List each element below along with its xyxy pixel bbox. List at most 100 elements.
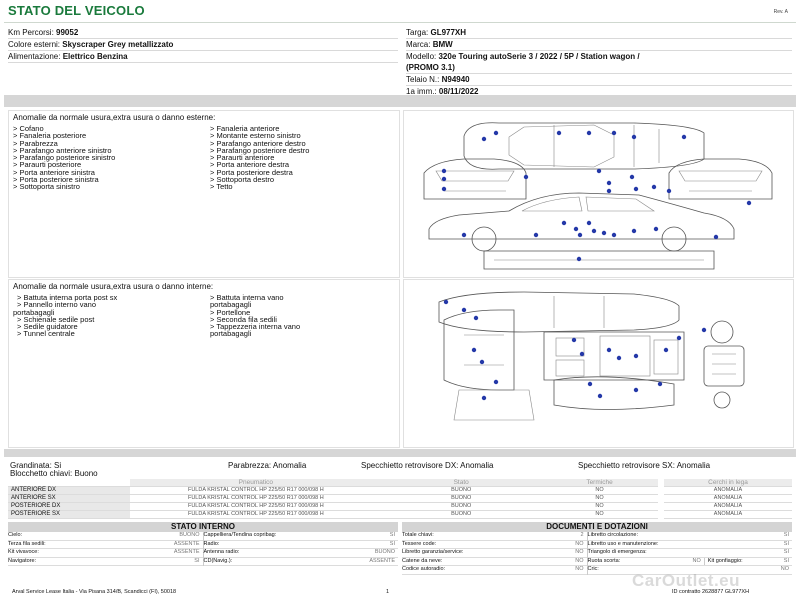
kv-value: SI [783, 557, 789, 564]
interior-state-title: STATO INTERNO [8, 522, 398, 532]
damage-marker [587, 381, 593, 387]
interior-top-view [438, 291, 680, 333]
kv-row: Totale chiavi: 2 [402, 532, 587, 541]
brand-row: Marca: BMW [406, 39, 792, 51]
alloy-state: ANOMALIA [664, 494, 792, 503]
tyre-winter: NO [541, 486, 658, 495]
alloy-state: ANOMALIA [664, 502, 792, 511]
damage-marker [556, 130, 562, 136]
damage-marker [441, 168, 447, 174]
damage-marker [676, 335, 682, 341]
col-header-state: Stato [381, 479, 541, 487]
table-row: ANTERIORE DX FULDA KRISTAL CONTROL HP 225… [8, 486, 658, 495]
kv-key: Catene da neve: [402, 557, 443, 564]
damage-marker [461, 232, 467, 238]
table-row: ANOMALIA [664, 510, 792, 519]
fuel-row: Alimentazione: Elettrico Benzina [8, 51, 398, 63]
kv-value: NO [575, 549, 584, 556]
damage-marker [586, 130, 592, 136]
internal-damage-title: Anomalie da normale usura,extra usura o … [13, 282, 214, 291]
external-damage-title: Anomalie da normale usura,extra usura o … [13, 113, 216, 122]
damage-marker [713, 234, 719, 240]
kv-half: Ruota scorta: NO [587, 557, 705, 566]
car-top-view [463, 122, 705, 170]
brand-label: Marca: [406, 40, 431, 49]
color-row: Colore esterni: Skyscraper Grey metalliz… [8, 39, 398, 51]
plate-label: Targa: [406, 28, 429, 37]
table-row: ANOMALIA [664, 494, 792, 503]
kv-key: Libretto uso e manutenzione: [587, 540, 659, 547]
kv-key: Ruota scorta: [587, 557, 621, 564]
footer-page-number: 1 [386, 589, 390, 595]
model-row-2: (PROMO 3.1) [406, 62, 792, 74]
alloy-state: ANOMALIA [664, 486, 792, 495]
damage-marker [651, 184, 657, 190]
kv-row: Libretto circolazione: SI [587, 532, 792, 541]
kv-row: Kit vivavoce: ASSENTE [8, 549, 203, 558]
vehicle-info-left: Km Percorsi: 99052 Colore esterni: Skysc… [8, 27, 398, 63]
list-item: > Sottoporta sinistro [13, 182, 80, 192]
damage-marker [606, 180, 612, 186]
damage-marker [633, 387, 639, 393]
kv-row: Ruota scorta: NO Kit gonfiaggio: SI [587, 557, 792, 567]
list-item: > Tunnel centrale [17, 329, 75, 339]
section-band [4, 95, 796, 107]
list-item: > Tetto [210, 182, 233, 192]
kv-key: Cielo: [8, 532, 23, 538]
damage-marker [441, 176, 447, 182]
tyre-position: ANTERIORE DX [8, 486, 131, 495]
tyre-winter: NO [541, 502, 658, 511]
damage-marker [561, 220, 567, 226]
kv-row: Tessere code: NO [402, 541, 587, 550]
km-row: Km Percorsi: 99052 [8, 27, 398, 39]
table-header-row: Cerchi in lega [664, 479, 792, 487]
kv-key: Libretto circolazione: [587, 532, 638, 538]
external-damage-list-1: > Cofano > Fanaleria posteriore > Parabr… [13, 125, 115, 191]
damage-marker [611, 130, 617, 136]
kv-key: Cappelliera/Tendina copribag: [203, 532, 277, 538]
damage-marker [666, 188, 672, 194]
km-value: 99052 [56, 28, 79, 37]
car-side-view [428, 192, 735, 252]
interior-rear-door-view [453, 376, 675, 421]
internal-damage-list-1: > Battuta interna porta post sx > Pannel… [13, 294, 117, 339]
footer-address: Arval Service Lease Italia - Via Pisana … [12, 589, 177, 595]
kv-row: Terza fila sedili: ASSENTE [8, 541, 203, 550]
windshield-status: Parabrezza: Anomalia [228, 461, 307, 470]
external-car-diagram-box [403, 110, 794, 278]
page-title: STATO DEL VEICOLO [8, 3, 145, 18]
damage-marker [576, 256, 582, 262]
table-row: POSTERIORE SX FULDA KRISTAL CONTROL HP 22… [8, 510, 658, 519]
table-row: ANOMALIA [664, 486, 792, 495]
external-car-diagram [423, 122, 773, 270]
damage-marker [441, 186, 447, 192]
documents-section: DOCUMENTI E DOTAZIONI Totale chiavi: 2 Te… [402, 522, 792, 575]
tyre-position: POSTERIORE SX [8, 510, 131, 519]
kv-value: ASSENTE [173, 540, 200, 547]
interior-state-section: STATO INTERNO Cielo: BUONO Terza fila sed… [8, 522, 398, 567]
damage-marker [633, 353, 639, 359]
damage-marker [579, 351, 585, 357]
kv-value: SI [783, 549, 789, 556]
chassis-label: Telaio N.: [406, 75, 440, 84]
kv-row: Cielo: BUONO [8, 532, 203, 541]
kv-value: SI [389, 532, 395, 538]
damage-marker [631, 134, 637, 140]
model-value: 320e Touring autoSerie 3 / 2022 / 5P / S… [438, 52, 640, 61]
summary-band [4, 449, 796, 457]
kv-row: Catene da neve: NO [402, 558, 587, 567]
kv-key: Totale chiavi: [402, 532, 434, 538]
damage-marker [461, 307, 467, 313]
tyre-winter: NO [541, 494, 658, 503]
tyre-winter: NO [541, 510, 658, 519]
model-label: Modello: [406, 52, 437, 61]
header-divider [4, 22, 796, 23]
tyre-position: POSTERIORE DX [8, 502, 131, 511]
damage-marker [481, 395, 487, 401]
damage-marker [443, 299, 449, 305]
kv-key: Radio: [203, 540, 220, 547]
key-lock-status: Blocchetto chiavi: Buono [10, 469, 98, 478]
internal-damage-markers [443, 299, 707, 401]
alloy-state: ANOMALIA [664, 510, 792, 519]
damage-marker [616, 355, 622, 361]
